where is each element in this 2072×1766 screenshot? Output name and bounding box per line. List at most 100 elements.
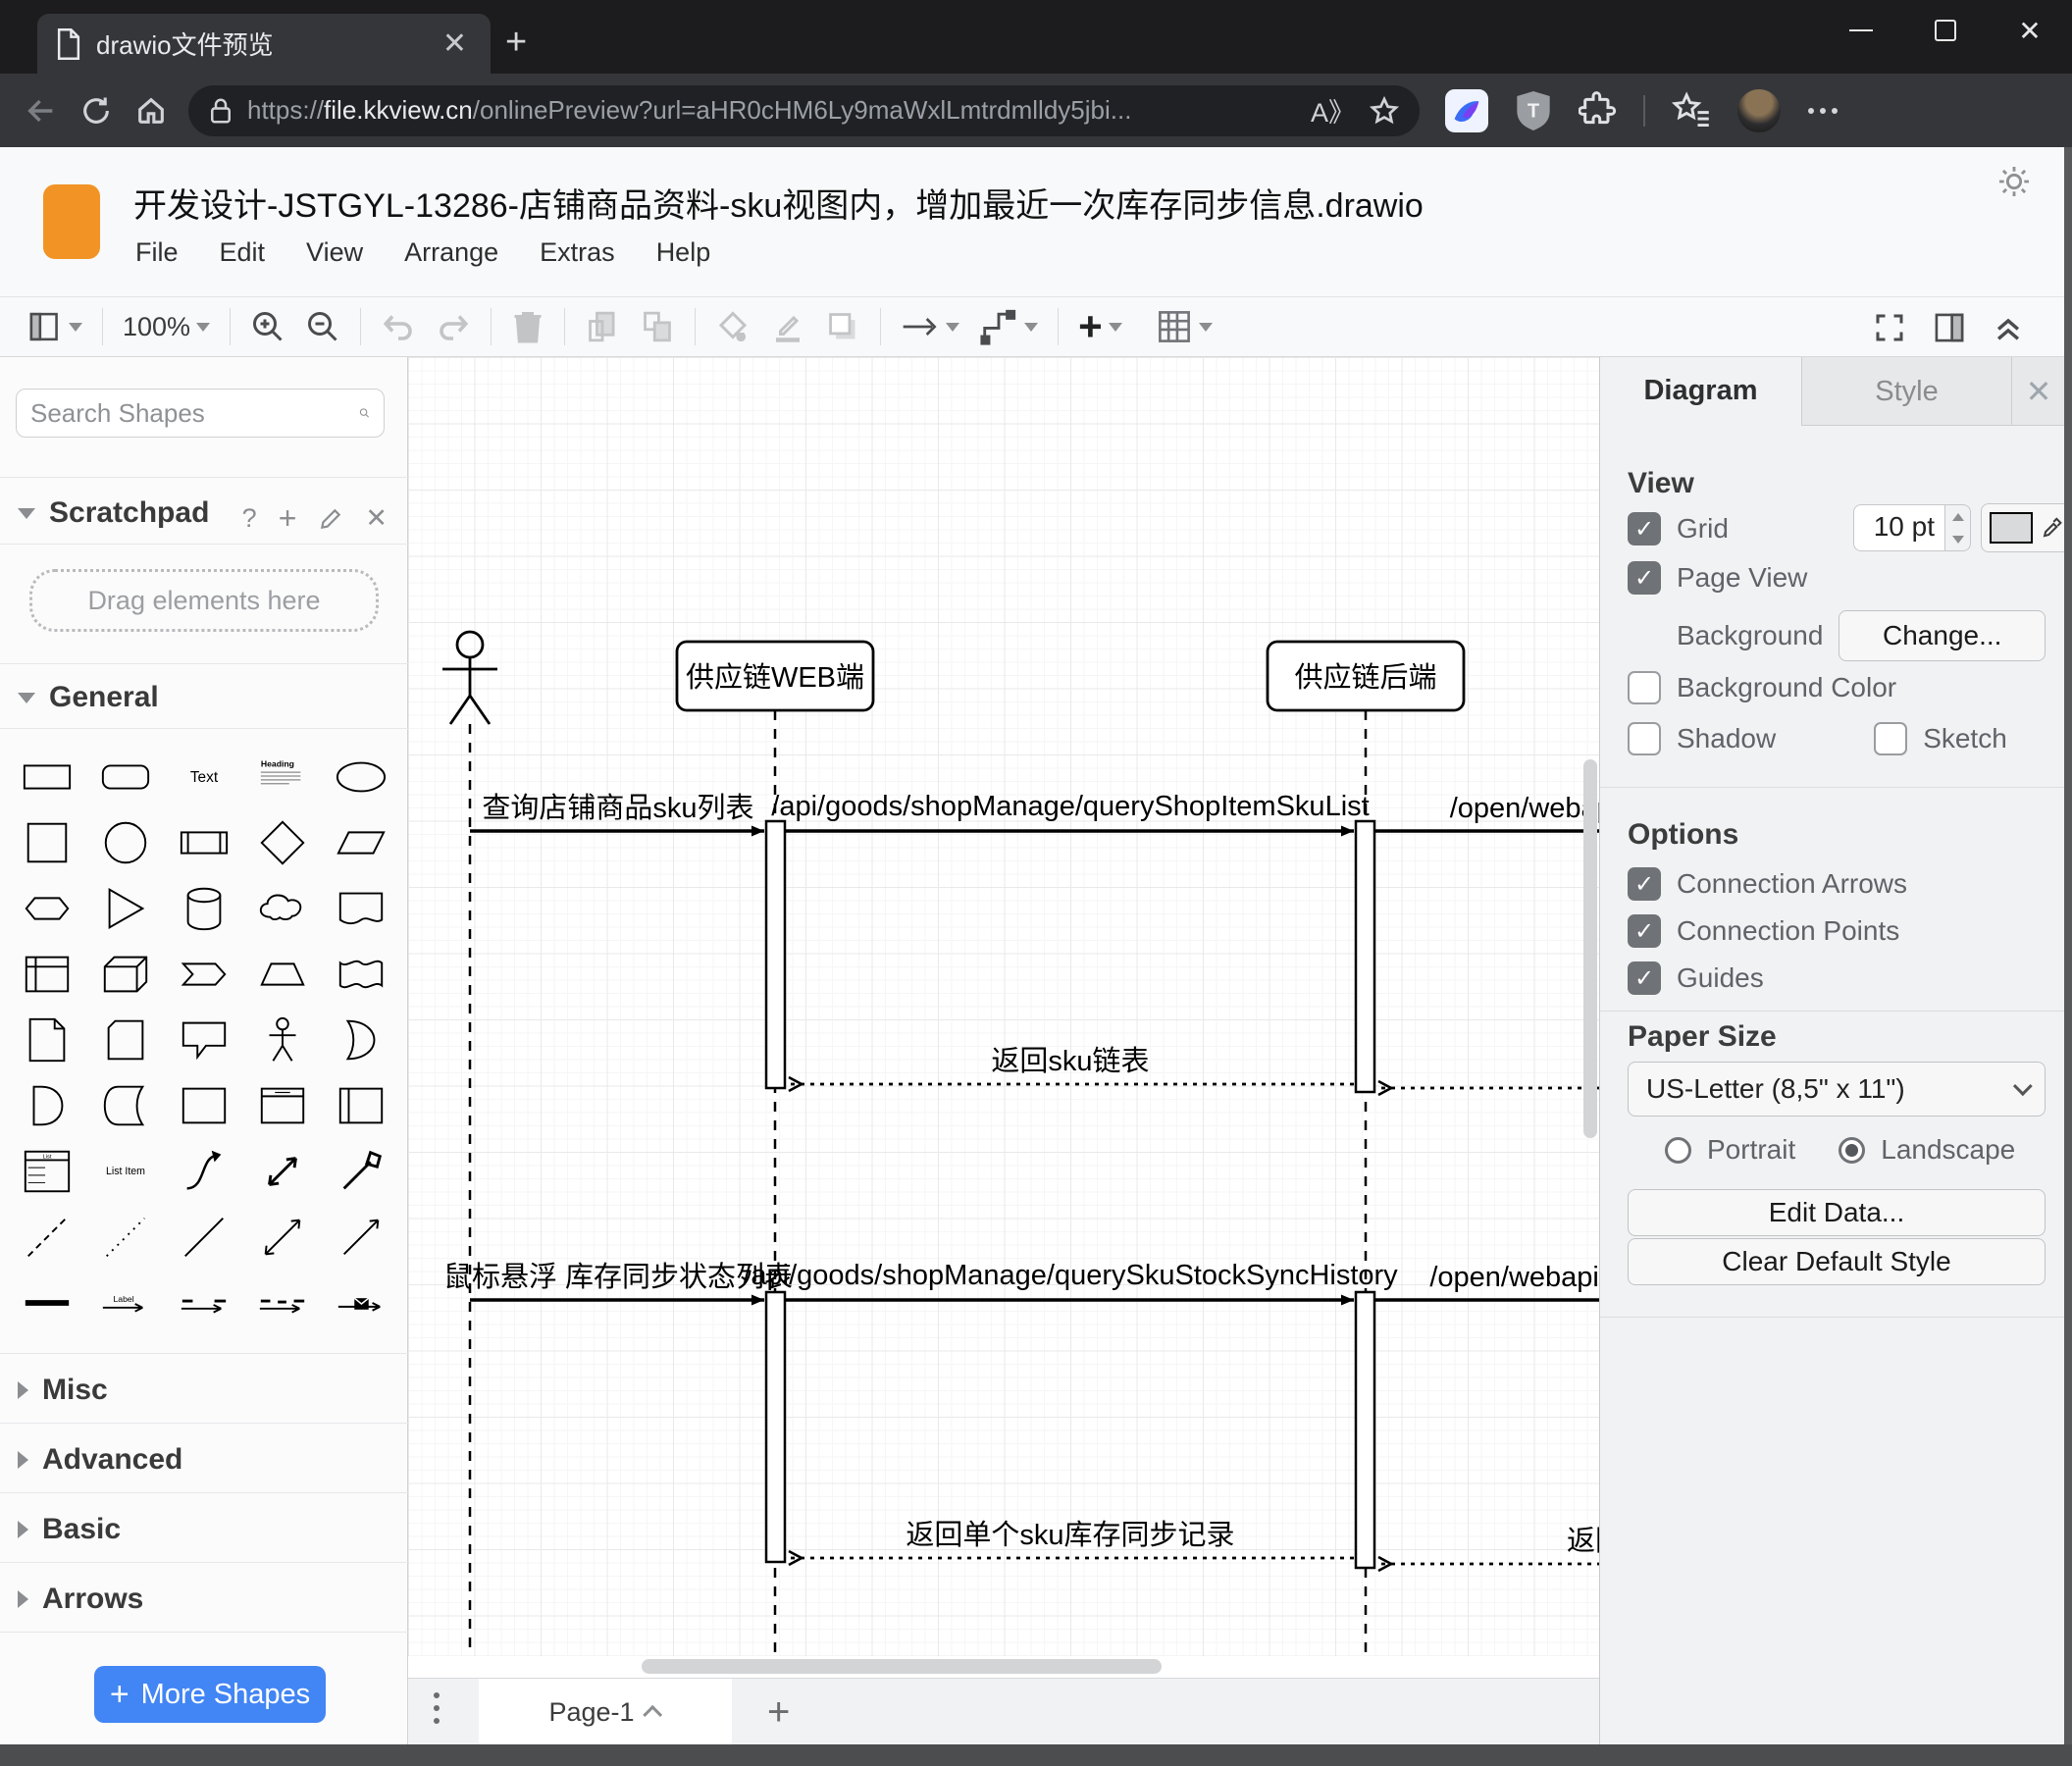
background-color-checkbox[interactable] [1628,671,1661,704]
message-label[interactable]: 返回sku链表 [991,1045,1149,1077]
insert-button[interactable]: + [1078,306,1122,347]
shape-diamond-icon[interactable] [243,809,322,875]
shape-list-icon[interactable]: List [8,1138,86,1204]
shadow-icon[interactable] [825,309,860,344]
shape-line-icon[interactable] [165,1204,243,1270]
grid-checkbox[interactable] [1628,512,1661,545]
menu-arrange[interactable]: Arrange [404,237,498,268]
menu-help[interactable]: Help [656,237,711,268]
table-button[interactable] [1156,308,1213,345]
paper-size-select[interactable]: US-Letter (8,5" x 11") [1628,1062,2046,1117]
new-tab-button[interactable]: + [505,22,527,64]
fullscreen-icon[interactable] [1872,310,1907,345]
shape-circle-icon[interactable] [86,809,165,875]
scratchpad-edit-icon[interactable] [318,506,343,532]
shape-and-icon[interactable] [8,1072,86,1138]
shape-rounded-rectangle-icon[interactable] [86,744,165,809]
zoom-level-button[interactable]: 100% [123,312,211,342]
shape-textbox-icon[interactable]: Heading [243,744,322,809]
favorite-star-icon[interactable] [1369,95,1400,127]
maximize-button[interactable] [1903,0,1988,61]
grid-size-stepper[interactable] [1945,504,1971,551]
canvas-vertical-scrollbar[interactable] [1583,759,1597,1138]
section-misc[interactable]: Misc [18,1374,108,1407]
shape-actor-icon[interactable] [243,1007,322,1072]
fill-color-icon[interactable] [715,309,751,344]
section-arrows[interactable]: Arrows [18,1583,143,1616]
shape-cube-icon[interactable] [86,941,165,1007]
tab-close-icon[interactable]: ✕ [437,26,473,61]
browser-tab[interactable]: drawio文件预览 ✕ [37,14,491,74]
tab-style[interactable]: Style [1801,357,2012,426]
extensions-puzzle-icon[interactable] [1579,90,1618,130]
view-format-button[interactable] [27,309,82,344]
to-front-icon[interactable] [585,309,620,344]
shape-internal-storage-icon[interactable] [8,941,86,1007]
shape-step-icon[interactable] [165,941,243,1007]
panel-close-icon[interactable]: ✕ [2012,357,2065,426]
canvas-horizontal-scrollbar[interactable] [408,1656,1599,1678]
minimize-button[interactable] [1819,0,1903,61]
shape-document-icon[interactable] [322,875,400,941]
menu-view[interactable]: View [306,237,363,268]
participant-web-label[interactable]: 供应链WEB端 [686,661,864,694]
message-label[interactable]: 返回单个sku库存同步记录 [906,1519,1234,1551]
theme-sun-icon[interactable] [1995,163,2033,200]
message-label[interactable]: 查询店铺商品sku列表 [482,792,753,824]
shape-data-storage-icon[interactable] [86,1072,165,1138]
connection-style-button[interactable] [901,309,960,344]
page-tab[interactable]: Page-1 [479,1679,732,1745]
tab-diagram[interactable]: Diagram [1600,357,1801,426]
shape-bidirectional-arrow-icon[interactable] [243,1138,322,1204]
shape-vertical-container-icon[interactable] [322,1072,400,1138]
shape-process-icon[interactable] [165,809,243,875]
more-shapes-button[interactable]: + More Shapes [94,1666,326,1723]
back-icon[interactable] [14,94,69,128]
undo-icon[interactable] [381,309,416,344]
url-text[interactable]: https://file.kkview.cn/onlinePreview?url… [247,95,1297,126]
activation-backend-1[interactable] [1354,819,1376,1094]
shape-cylinder-icon[interactable] [165,875,243,941]
line-color-icon[interactable] [770,309,805,344]
edit-data-button[interactable]: Edit Data... [1628,1189,2046,1236]
change-background-button[interactable]: Change... [1839,610,2046,661]
clear-default-style-button[interactable]: Clear Default Style [1628,1238,2046,1285]
format-panel-toggle-icon[interactable] [1933,311,1966,344]
guides-checkbox[interactable] [1628,961,1661,995]
zoom-out-icon[interactable] [305,309,340,344]
portrait-radio[interactable] [1665,1136,1691,1164]
waypoint-style-button[interactable] [979,308,1039,345]
message-label[interactable]: 返回 [1567,1526,1599,1557]
shape-cloud-icon[interactable] [243,875,322,941]
delete-icon[interactable] [511,309,544,344]
read-aloud-icon[interactable]: A》 [1311,91,1355,130]
shape-directional-connector-icon[interactable] [322,1204,400,1270]
close-window-button[interactable]: ✕ [1988,0,2072,61]
shape-curve-icon[interactable] [165,1138,243,1204]
page-view-checkbox[interactable] [1628,561,1661,595]
shape-or-icon[interactable] [322,1007,400,1072]
scratchpad-close-icon[interactable]: ✕ [365,503,388,534]
grid-size-input[interactable]: 10 pt [1853,504,1945,551]
zoom-in-icon[interactable] [250,309,285,344]
shape-text-icon[interactable]: Text [165,744,243,809]
shape-arrow-source-target-2-icon[interactable] [243,1270,322,1335]
browser-menu-icon[interactable] [1808,107,1838,114]
menu-extras[interactable]: Extras [540,237,615,268]
activation-web-2[interactable] [764,1290,787,1564]
connection-arrows-checkbox[interactable] [1628,867,1661,901]
shape-ellipse-icon[interactable] [322,744,400,809]
participant-backend-label[interactable]: 供应链后端 [1294,661,1436,694]
to-back-icon[interactable] [640,309,675,344]
search-shapes-box[interactable] [16,389,385,438]
shape-tape-icon[interactable] [322,941,400,1007]
message-label[interactable]: /open/webapi/ [1450,793,1599,824]
actor-figure[interactable] [442,630,497,725]
profile-avatar[interactable] [1737,88,1781,132]
shape-arrow-label-icon[interactable]: Label [86,1270,165,1335]
shape-bidirectional-connector-icon[interactable] [243,1204,322,1270]
shape-link-icon[interactable] [8,1270,86,1335]
scratchpad-header[interactable]: Scratchpad [18,496,209,530]
scratchpad-help-icon[interactable]: ? [242,503,257,534]
section-advanced[interactable]: Advanced [18,1443,182,1477]
